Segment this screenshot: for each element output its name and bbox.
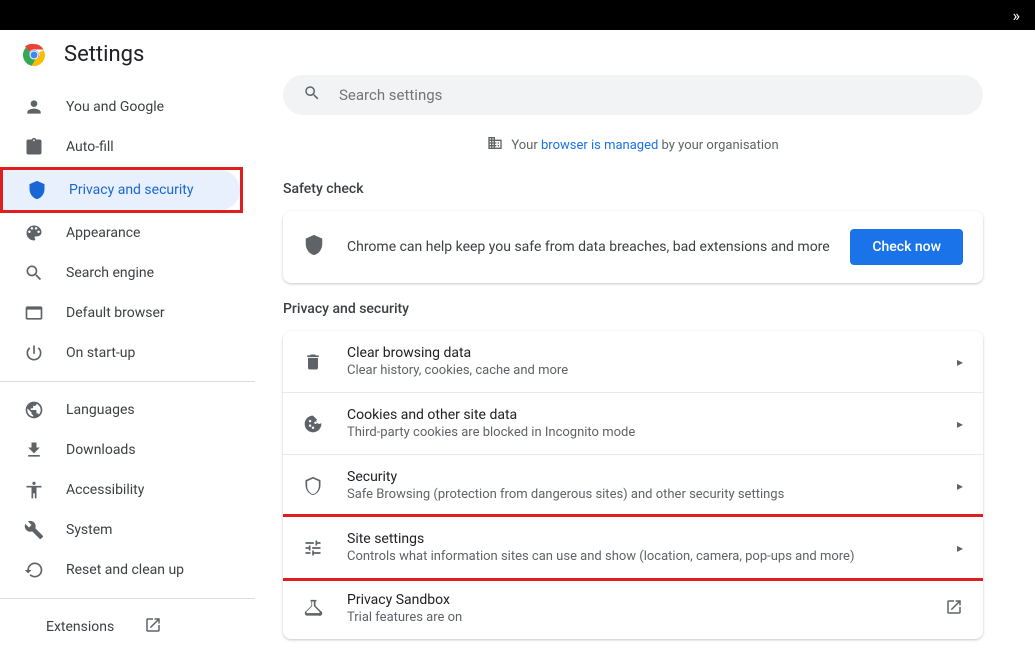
shield-outline-icon	[303, 476, 323, 496]
globe-icon	[24, 400, 44, 420]
managed-link[interactable]: browser is managed	[541, 138, 658, 153]
row-subtitle: Clear history, cookies, cache and more	[347, 363, 957, 378]
sidebar: You and Google Auto-fill Privacy and sec…	[0, 79, 255, 647]
settings-header: Settings	[0, 30, 1035, 79]
row-subtitle: Controls what information sites can use …	[347, 549, 957, 564]
sidebar-item-label: System	[66, 522, 112, 538]
safety-section-title: Safety check	[283, 181, 983, 197]
sidebar-item-auto-fill[interactable]: Auto-fill	[0, 127, 239, 167]
sidebar-item-accessibility[interactable]: Accessibility	[0, 470, 239, 510]
row-cookies[interactable]: Cookies and other site data Third-party …	[283, 393, 983, 455]
row-title: Cookies and other site data	[347, 407, 957, 423]
sidebar-item-extensions[interactable]: Extensions	[0, 607, 255, 647]
sidebar-item-label: Languages	[66, 402, 135, 418]
search-icon	[303, 84, 321, 106]
sidebar-item-languages[interactable]: Languages	[0, 390, 239, 430]
sidebar-item-label: Accessibility	[66, 482, 144, 498]
sidebar-item-label: Appearance	[66, 225, 140, 241]
sidebar-item-reset[interactable]: Reset and clean up	[0, 550, 239, 590]
tune-icon	[303, 538, 323, 558]
sidebar-item-you-and-google[interactable]: You and Google	[0, 87, 239, 127]
sidebar-item-label: Default browser	[66, 305, 165, 321]
sidebar-item-label: On start-up	[66, 345, 135, 361]
shield-icon	[27, 180, 47, 200]
sidebar-item-on-startup[interactable]: On start-up	[0, 333, 239, 373]
sidebar-item-default-browser[interactable]: Default browser	[0, 293, 239, 333]
row-subtitle: Third-party cookies are blocked in Incog…	[347, 425, 957, 440]
sidebar-item-label: Reset and clean up	[66, 562, 184, 578]
divider	[0, 381, 255, 382]
sidebar-item-privacy-security[interactable]: Privacy and security	[3, 170, 240, 210]
page-title: Settings	[64, 42, 144, 67]
main-content: Your browser is managed by your organisa…	[255, 79, 1035, 647]
cookie-icon	[303, 414, 323, 434]
flask-icon	[303, 599, 323, 619]
wrench-icon	[24, 520, 44, 540]
row-title: Privacy Sandbox	[347, 592, 945, 608]
building-icon	[487, 135, 503, 155]
launch-icon	[144, 616, 162, 638]
sidebar-item-label: Auto-fill	[66, 139, 114, 155]
row-clear-browsing-data[interactable]: Clear browsing data Clear history, cooki…	[283, 331, 983, 393]
row-site-settings[interactable]: Site settings Controls what information …	[283, 514, 983, 581]
accessibility-icon	[24, 480, 44, 500]
overflow-icon[interactable]: »	[1013, 6, 1021, 25]
sidebar-item-system[interactable]: System	[0, 510, 239, 550]
divider	[0, 598, 255, 599]
chevron-right-icon: ▸	[957, 541, 963, 555]
sidebar-item-label: You and Google	[66, 99, 164, 115]
person-icon	[24, 97, 44, 117]
row-title: Clear browsing data	[347, 345, 957, 361]
row-privacy-sandbox[interactable]: Privacy Sandbox Trial features are on	[283, 578, 983, 639]
launch-icon	[945, 598, 963, 620]
browser-top-bar: »	[0, 0, 1035, 30]
search-icon	[24, 263, 44, 283]
privacy-section-title: Privacy and security	[283, 301, 983, 317]
row-subtitle: Trial features are on	[347, 610, 945, 625]
privacy-card: Clear browsing data Clear history, cooki…	[283, 331, 983, 639]
row-title: Security	[347, 469, 957, 485]
search-input[interactable]	[339, 86, 963, 104]
sidebar-item-label: Downloads	[66, 442, 136, 458]
restore-icon	[24, 560, 44, 580]
chevron-right-icon: ▸	[957, 479, 963, 493]
row-subtitle: Safe Browsing (protection from dangerous…	[347, 487, 957, 502]
row-security[interactable]: Security Safe Browsing (protection from …	[283, 455, 983, 517]
sidebar-item-label: Search engine	[66, 265, 154, 281]
search-box[interactable]	[283, 75, 983, 115]
safety-row: Chrome can help keep you safe from data …	[283, 211, 983, 283]
browser-icon	[24, 303, 44, 323]
chrome-logo-icon	[22, 43, 46, 67]
sidebar-item-appearance[interactable]: Appearance	[0, 213, 239, 253]
chevron-right-icon: ▸	[957, 355, 963, 369]
shield-icon	[303, 234, 325, 260]
safety-text: Chrome can help keep you safe from data …	[347, 239, 850, 255]
power-icon	[24, 343, 44, 363]
sidebar-item-downloads[interactable]: Downloads	[0, 430, 239, 470]
sidebar-item-label: Privacy and security	[69, 182, 193, 198]
managed-notice: Your browser is managed by your organisa…	[283, 127, 983, 163]
safety-card: Chrome can help keep you safe from data …	[283, 211, 983, 283]
highlight-box-sidebar: Privacy and security	[0, 167, 243, 213]
check-now-button[interactable]: Check now	[850, 229, 963, 265]
clipboard-icon	[24, 137, 44, 157]
download-icon	[24, 440, 44, 460]
sidebar-item-label: Extensions	[46, 619, 114, 635]
chevron-right-icon: ▸	[957, 417, 963, 431]
palette-icon	[24, 223, 44, 243]
trash-icon	[303, 352, 323, 372]
row-title: Site settings	[347, 531, 957, 547]
sidebar-item-search-engine[interactable]: Search engine	[0, 253, 239, 293]
